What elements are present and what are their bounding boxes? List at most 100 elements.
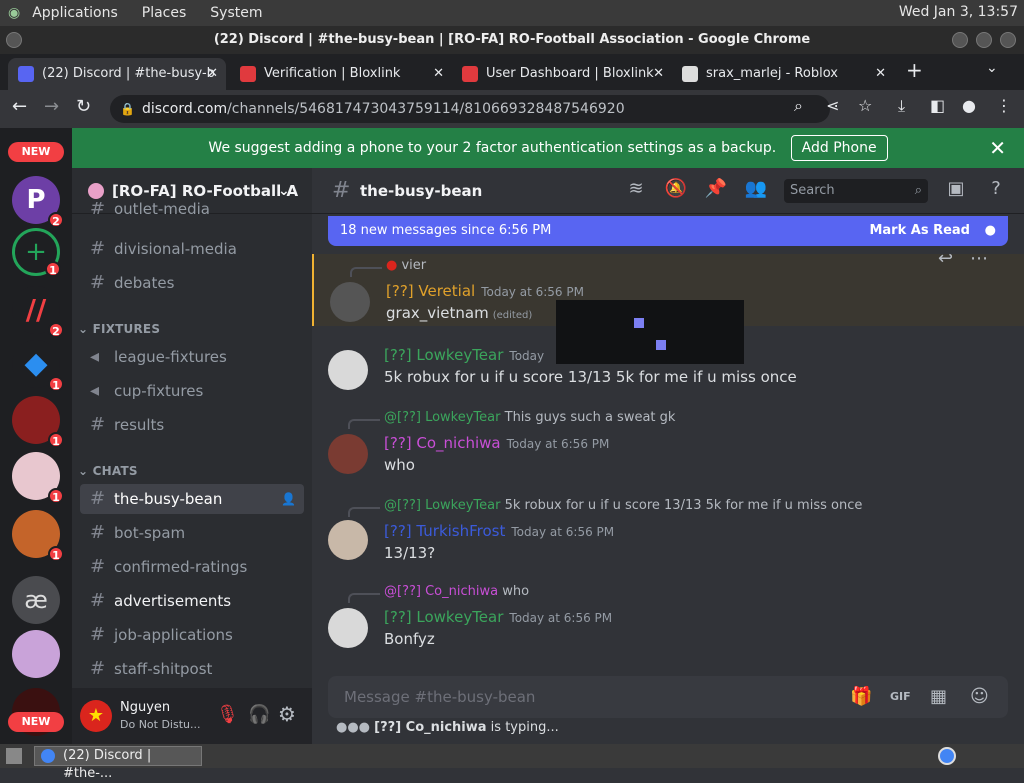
url-field[interactable]: 🔒 discord.com/channels/54681747304375911… [110, 95, 830, 123]
reload-icon[interactable]: ↻ [76, 96, 91, 117]
reply-preview[interactable]: @[??] LowkeyTear 5k robux for u if u sco… [348, 498, 862, 517]
server-icon[interactable]: ◆ 1 [12, 340, 64, 392]
message-item[interactable]: @[??] LowkeyTear This guys such a sweat … [312, 408, 1024, 478]
emoji-icon[interactable]: ☺ [970, 676, 989, 718]
channel-staff-shitpost[interactable]: # staff-shitpost [80, 654, 304, 684]
reply-preview[interactable]: @[??] Co_nichiwa who [348, 584, 529, 603]
server-icon[interactable]: +1 [12, 228, 61, 277]
avatar[interactable] [328, 520, 368, 560]
os-logo-icon[interactable]: ◉ [8, 5, 20, 21]
close-window-button[interactable] [1000, 32, 1016, 48]
message-item[interactable]: @[??] Co_nichiwa who [??] LowkeyTear Toda… [312, 582, 1024, 652]
gift-icon[interactable]: 🎁 [850, 676, 872, 718]
message-author[interactable]: [??] TurkishFrost [384, 522, 505, 540]
menu-applications[interactable]: Applications [32, 5, 118, 21]
tab-verification[interactable]: Verification | Bloxlink ✕ [230, 58, 452, 90]
close-tab-icon[interactable]: ✕ [207, 58, 218, 90]
clock[interactable]: Wed Jan 3, 13:57 [899, 4, 1018, 20]
user-settings-gear-icon[interactable]: ⚙ [278, 702, 296, 726]
avatar[interactable] [328, 434, 368, 474]
server-icon[interactable] [12, 630, 60, 678]
avatar[interactable] [328, 608, 368, 648]
zoom-search-icon[interactable]: ⌕ [794, 96, 803, 116]
user-name[interactable]: Nguyen [120, 700, 170, 715]
show-desktop-icon[interactable] [6, 748, 22, 764]
gif-icon[interactable]: GIF [890, 676, 911, 718]
close-tab-icon[interactable]: ✕ [653, 58, 664, 90]
pinned-icon[interactable]: 📌 [704, 178, 728, 202]
menu-system[interactable]: System [210, 5, 262, 21]
channel-debates[interactable]: # debates [80, 268, 304, 298]
menu-places[interactable]: Places [142, 5, 187, 21]
user-avatar[interactable]: ★ [80, 700, 112, 732]
channel-confirmed-ratings[interactable]: # confirmed-ratings [80, 552, 304, 582]
message-author[interactable]: [??] Veretial [386, 282, 475, 300]
window-menu-button[interactable] [6, 32, 22, 48]
reply-preview[interactable]: @[??] LowkeyTear This guys such a sweat … [348, 410, 675, 429]
close-icon[interactable]: ✕ [989, 128, 1006, 168]
more-options-icon[interactable]: ⋯ [970, 248, 988, 269]
reply-preview[interactable]: ● vier [350, 258, 426, 277]
message-item[interactable]: [??] LowkeyTear Today 5k robux for u if u… [312, 344, 1024, 394]
taskbar-chrome-window[interactable]: (22) Discord | #the-... [34, 746, 202, 781]
tab-search-chevron-icon[interactable]: ⌄ [986, 60, 998, 76]
avatar[interactable] [330, 282, 370, 322]
message-input[interactable]: Message #the-busy-bean 🎁 GIF ▦ ☺ [328, 676, 1008, 718]
invite-icon[interactable]: 👤 [281, 484, 296, 514]
sticker-icon[interactable]: ▦ [930, 676, 947, 718]
new-unreads-pill[interactable]: NEW [8, 142, 64, 162]
headphones-icon[interactable]: 🎧 [248, 704, 270, 725]
message-author[interactable]: [??] LowkeyTear [384, 608, 503, 626]
threads-icon[interactable]: ≋ [624, 178, 648, 202]
back-icon[interactable]: ← [12, 96, 27, 117]
new-messages-bar[interactable]: 18 new messages since 6:56 PM Mark As Re… [328, 216, 1008, 246]
server-icon[interactable]: æ [12, 576, 60, 624]
tray-chrome-icon[interactable] [938, 747, 956, 765]
help-icon[interactable]: ? [984, 178, 1008, 202]
message-author[interactable]: [??] LowkeyTear [384, 346, 503, 364]
channel-league-fixtures[interactable]: ◂ league-fixtures [80, 342, 304, 372]
category-chats[interactable]: ⌄ CHATS [78, 464, 138, 478]
add-phone-button[interactable]: Add Phone [790, 135, 888, 161]
mute-mic-icon[interactable]: 🎙 [216, 704, 239, 725]
close-tab-icon[interactable]: ✕ [433, 58, 444, 90]
download-icon[interactable]: ⤓ [898, 96, 905, 116]
channel-the-busy-bean[interactable]: # the-busy-bean 👤 [80, 484, 304, 514]
share-icon[interactable]: ⋖ [826, 96, 839, 115]
bookmark-star-icon[interactable]: ☆ [858, 96, 872, 115]
inbox-icon[interactable]: ▣ [944, 178, 968, 202]
server-icon[interactable]: 1 [12, 452, 64, 504]
channel-advertisements[interactable]: # advertisements [80, 586, 304, 616]
profile-icon[interactable]: ● [962, 96, 976, 115]
tab-discord[interactable]: (22) Discord | #the-busy-b ✕ [8, 58, 226, 90]
new-tab-icon[interactable]: + [906, 58, 923, 82]
message-item[interactable]: @[??] LowkeyTear 5k robux for u if u sco… [312, 494, 1024, 564]
mark-as-read-button[interactable]: Mark As Read [869, 216, 970, 246]
tab-roblox[interactable]: srax_marlej - Roblox ✕ [672, 58, 894, 90]
tab-user-dashboard[interactable]: User Dashboard | Bloxlink ✕ [452, 58, 672, 90]
channel-job-applications[interactable]: # job-applications [80, 620, 304, 650]
channel-results[interactable]: # results [80, 410, 304, 440]
message-author[interactable]: [??] Co_nichiwa [384, 434, 501, 452]
channel-divisional-media[interactable]: # divisional-media [80, 234, 304, 264]
category-fixtures[interactable]: ⌄ FIXTURES [78, 322, 160, 336]
member-list-icon[interactable]: 👥 [744, 178, 768, 202]
chrome-menu-icon[interactable]: ⋮ [996, 96, 1012, 115]
channel-outlet-media[interactable]: # outlet-media [80, 202, 304, 220]
forward-icon[interactable]: → [44, 96, 59, 117]
avatar[interactable] [328, 350, 368, 390]
server-icon[interactable]: //2 [12, 286, 64, 338]
notification-mute-icon[interactable]: 🔕 [664, 178, 688, 202]
close-tab-icon[interactable]: ✕ [875, 58, 886, 90]
reply-icon[interactable]: ↩ [938, 248, 953, 269]
channel-cup-fixtures[interactable]: ◂ cup-fixtures [80, 376, 304, 406]
channel-bot-spam[interactable]: # bot-spam [80, 518, 304, 548]
side-panel-icon[interactable]: ◧ [930, 96, 945, 115]
new-unreads-pill[interactable]: NEW [8, 712, 64, 732]
maximize-button[interactable] [976, 32, 992, 48]
server-icon[interactable]: P2 [12, 176, 64, 228]
server-icon[interactable]: 1 [12, 510, 64, 562]
minimize-button[interactable] [952, 32, 968, 48]
search-input[interactable]: Search ⌕ [784, 179, 928, 203]
server-icon[interactable]: 1 [12, 396, 64, 448]
